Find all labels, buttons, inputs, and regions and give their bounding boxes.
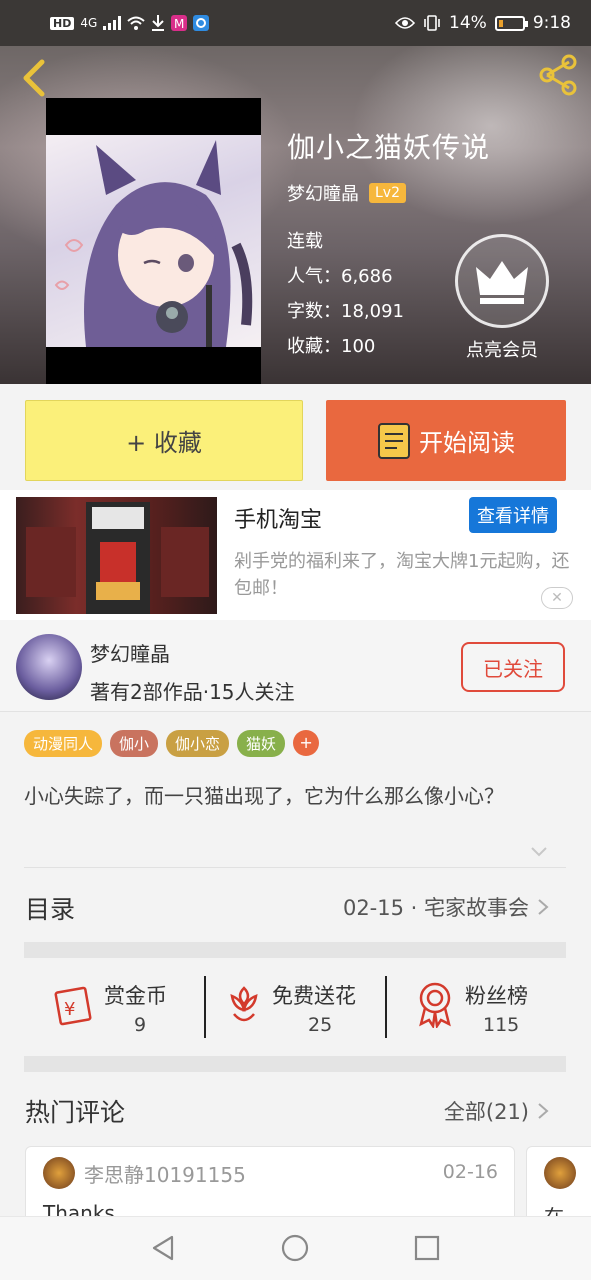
ad-image[interactable] [16, 497, 217, 614]
commenter-name[interactable]: 李思静10191155 [84, 1159, 246, 1188]
nav-home-icon[interactable] [280, 1233, 310, 1263]
svg-text:¥: ¥ [64, 999, 75, 1020]
section-separator [24, 1056, 566, 1072]
chevron-right-icon [538, 899, 549, 915]
vip-label[interactable]: 点亮会员 [450, 336, 554, 362]
author-card[interactable]: 梦幻瞳晶 著有2部作品·15人关注 已关注 [0, 620, 591, 712]
tag-list: 动漫同人 伽小 伽小恋 猫妖 + [24, 730, 320, 757]
support-stats: ¥ 赏金币 9 免费送花 25 粉丝榜 115 [24, 960, 566, 1055]
battery-percent: 14% [449, 13, 487, 33]
fans-value: 115 [483, 1014, 520, 1036]
book-popularity: 人气：6,686 [287, 266, 393, 287]
book-word-count: 字数：18,091 [287, 301, 404, 322]
status-right: 14% 9:18 [395, 13, 571, 33]
synopsis: 小心失踪了，而一只猫出现了，它为什么那么像小心？ [24, 784, 504, 808]
status-bar: HD 4G M 14% 9:18 [0, 0, 591, 46]
fan-ranking-item[interactable]: 粉丝榜 115 [387, 976, 566, 1038]
signal-icon [103, 16, 122, 30]
author-avatar[interactable] [16, 634, 82, 700]
commenter-avatar[interactable] [544, 1157, 576, 1189]
hd-badge: HD [50, 16, 75, 30]
expand-chevron-icon[interactable] [530, 842, 548, 860]
reward-label: 赏金币 [104, 984, 167, 1008]
ad-banner[interactable]: 手机淘宝 查看详情 剁手党的福利来了，淘宝大牌1元起购，还包邮！ ✕ [0, 490, 591, 620]
cover-illustration [46, 135, 261, 347]
start-reading-button[interactable]: 开始阅读 [326, 400, 566, 481]
add-favorite-button[interactable]: + 收藏 [25, 400, 303, 481]
book-meta: 连载 人气：6,686 字数：18,091 收藏：100 [287, 224, 404, 364]
author-level-badge: Lv2 [369, 183, 406, 203]
ad-close-button[interactable]: ✕ [541, 587, 573, 609]
ad-graphic [26, 502, 209, 614]
coin-envelope-icon: ¥ [54, 986, 92, 1026]
crown-icon [476, 261, 528, 304]
toc-label: 目录 [25, 895, 76, 924]
fans-label: 粉丝榜 [465, 984, 528, 1008]
comment-card[interactable]: 在 [526, 1146, 591, 1226]
book-author[interactable]: 梦幻瞳晶 [287, 180, 359, 206]
section-separator [24, 942, 566, 958]
book-status: 连载 [287, 231, 323, 252]
reward-coins-item[interactable]: ¥ 赏金币 9 [24, 976, 204, 1038]
add-tag-button[interactable]: + [293, 730, 320, 756]
book-cover[interactable] [46, 98, 261, 384]
ad-description: 剁手党的福利来了，淘宝大牌1元起购，还包邮！ [234, 551, 570, 599]
tag-item[interactable]: 伽小恋 [166, 730, 230, 757]
reward-value: 9 [134, 1014, 147, 1036]
status-left: HD 4G M [50, 15, 210, 31]
flowers-value: 25 [308, 1014, 333, 1036]
hot-comments-header: 热门评论 全部(21) [0, 1090, 591, 1130]
vibrate-icon [424, 15, 440, 31]
medal-icon [419, 982, 451, 1028]
wifi-icon [127, 16, 145, 30]
author-name[interactable]: 梦幻瞳晶 [90, 638, 170, 667]
divider [24, 867, 566, 868]
clock: 9:18 [532, 13, 571, 33]
nav-recents-icon[interactable] [412, 1233, 442, 1263]
book-header: 伽小之猫妖传说 梦幻瞳晶 Lv2 连载 人气：6,686 字数：18,091 收… [0, 46, 591, 384]
nav-back-icon[interactable] [148, 1233, 178, 1263]
book-title: 伽小之猫妖传说 [287, 131, 491, 164]
free-flowers-item[interactable]: 免费送花 25 [206, 976, 386, 1038]
tag-item[interactable]: 动漫同人 [24, 730, 103, 757]
book-icon [378, 422, 410, 459]
share-icon[interactable] [535, 52, 581, 98]
vip-crown-button[interactable] [455, 234, 549, 328]
tag-item[interactable]: 猫妖 [237, 730, 286, 757]
follow-button[interactable]: 已关注 [461, 642, 565, 692]
comment-date: 02-16 [442, 1161, 498, 1183]
flower-icon [230, 986, 258, 1022]
download-icon [152, 15, 165, 31]
start-reading-label: 开始阅读 [419, 429, 515, 457]
app-q-icon [193, 15, 210, 31]
back-arrow-icon[interactable] [14, 56, 54, 100]
table-of-contents-row[interactable]: 目录 02-15 · 宅家故事会 [0, 878, 591, 938]
ad-detail-button[interactable]: 查看详情 [469, 497, 557, 533]
commenter-avatar[interactable] [43, 1157, 75, 1189]
network-label: 4G [80, 16, 98, 30]
tag-item[interactable]: 伽小 [110, 730, 159, 757]
svg-text:M: M [174, 17, 184, 31]
battery-icon [494, 15, 528, 31]
system-nav-bar [0, 1216, 591, 1280]
eye-icon [395, 17, 416, 29]
book-author-row: 梦幻瞳晶 Lv2 [287, 180, 406, 206]
book-favorites: 收藏：100 [287, 336, 376, 357]
chevron-right-icon[interactable] [537, 1102, 549, 1120]
latest-chapter[interactable]: 02-15 · 宅家故事会 [343, 892, 529, 922]
ad-title[interactable]: 手机淘宝 [234, 502, 322, 534]
all-comments-link[interactable]: 全部(21) [444, 1096, 529, 1126]
author-stats: 著有2部作品·15人关注 [90, 680, 295, 704]
cover-artwork [54, 140, 253, 347]
comment-card[interactable]: 李思静10191155 02-16 Thanks [25, 1146, 515, 1226]
flowers-label: 免费送花 [272, 984, 356, 1008]
app-m-icon: M [171, 15, 188, 31]
hot-comments-label: 热门评论 [25, 1098, 126, 1127]
